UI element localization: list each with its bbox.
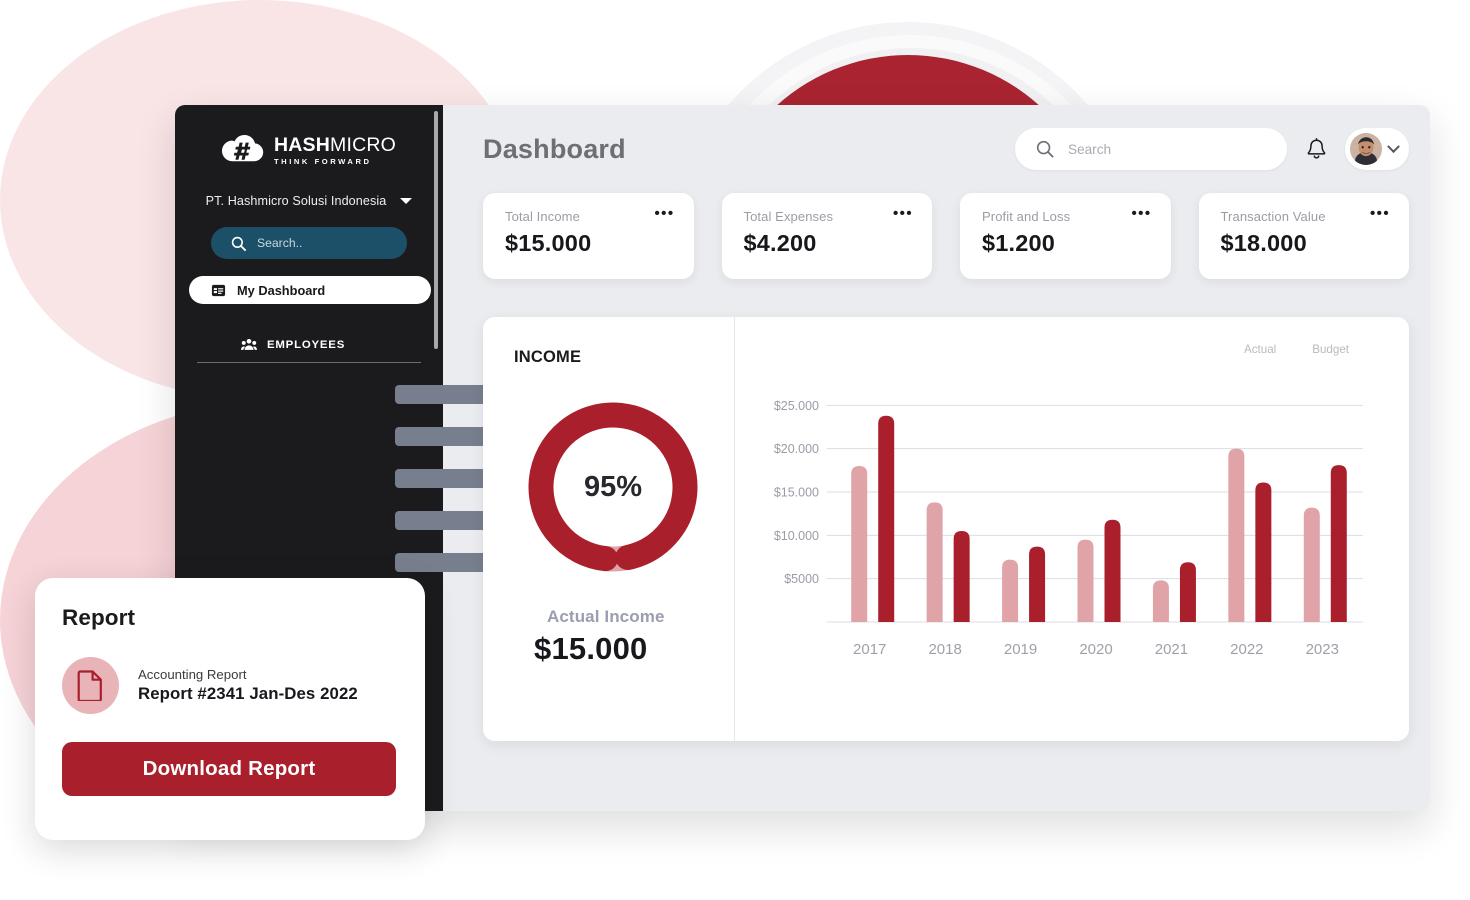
kpi-value: $15.000 [505, 230, 592, 256]
bar-actual-2021[interactable] [1152, 580, 1169, 622]
bell-icon [1307, 137, 1325, 159]
donut-percent-label: 95% [583, 470, 643, 503]
sidebar-section-employees[interactable]: EMPLOYEES [175, 338, 443, 351]
kpi-value: $4.200 [743, 230, 817, 256]
avatar [1350, 133, 1382, 165]
topbar: Dashboard Search [483, 105, 1409, 193]
brand-logo[interactable]: HASHMICRO THINK FORWARD [175, 135, 443, 167]
bar-actual-2023[interactable] [1303, 507, 1320, 622]
bar-actual-2020[interactable] [1077, 539, 1094, 622]
report-card-title: Report [62, 605, 136, 630]
income-title: INCOME [514, 348, 582, 366]
x-axis-tick-2022: 2022 [1230, 641, 1263, 658]
svg-text:$5000: $5000 [784, 572, 819, 586]
bar-actual-2022[interactable] [1228, 448, 1245, 622]
brand-logo-text: HASHMICRO THINK FORWARD [273, 133, 397, 167]
kpi-more-icon[interactable]: ••• [1132, 206, 1152, 220]
kpi-more-icon[interactable]: ••• [893, 206, 913, 220]
chart-legend: Actual Budget [759, 343, 1377, 356]
profile-menu[interactable] [1345, 128, 1409, 170]
kpi-card-transaction-value[interactable]: Transaction Value ••• $18.000 [1198, 193, 1409, 279]
kpi-card-total-expenses[interactable]: Total Expenses ••• $4.200 [721, 193, 932, 279]
sidebar-scrollbar[interactable] [434, 111, 438, 349]
report-card: Report Accounting Report Report #2341 Ja… [35, 578, 425, 840]
kpi-label: Total Income [505, 209, 580, 224]
actual-income-value: $15.000 [534, 631, 648, 666]
svg-text:$25.000: $25.000 [774, 399, 819, 413]
logo-main-light: MICRO [330, 133, 397, 156]
sidebar-search-input[interactable]: Search.. [211, 227, 407, 259]
actual-income-label: Actual Income [547, 607, 665, 626]
logo-main-bold: HASH [273, 133, 331, 156]
kpi-more-icon[interactable]: ••• [1370, 206, 1390, 220]
hashmicro-cloud-icon [221, 135, 265, 167]
bar-budget-2023[interactable] [1330, 465, 1347, 622]
kpi-value: $18.000 [1220, 230, 1307, 256]
search-placeholder: Search [1068, 141, 1112, 157]
report-subtitle: Accounting Report [138, 667, 247, 682]
svg-text:$20.000: $20.000 [774, 442, 819, 456]
bar-budget-2017[interactable] [878, 415, 895, 622]
notifications-button[interactable] [1301, 134, 1331, 164]
x-axis-tick-2023: 2023 [1306, 641, 1339, 658]
bar-chart-svg: $5000 $10.000 $15.000 $20.000 $25.000 2017 201… [774, 399, 1363, 658]
chevron-down-icon [400, 198, 413, 204]
x-axis-tick-2018: 2018 [928, 641, 961, 658]
sidebar-section-label: EMPLOYEES [267, 338, 346, 351]
report-text-block: Accounting Report Report #2341 Jan-Des 2… [138, 667, 358, 704]
search-icon [231, 236, 246, 251]
svg-text:$10.000: $10.000 [774, 529, 819, 543]
svg-text:$15.000: $15.000 [774, 486, 819, 500]
search-icon [1036, 140, 1054, 158]
main-content: Dashboard Search Total Income ••• $15.00… [443, 105, 1430, 811]
sidebar-search-placeholder: Search.. [257, 236, 303, 250]
kpi-more-icon[interactable]: ••• [655, 206, 675, 220]
bar-budget-2022[interactable] [1255, 482, 1272, 622]
kpi-card-total-income[interactable]: Total Income ••• $15.000 [483, 193, 694, 279]
income-chart-card: INCOME 95% Actual Income $15.000 Actual … [483, 317, 1409, 741]
company-selector[interactable]: PT. Hashmicro Solusi Indonesia [175, 194, 443, 208]
document-icon [62, 657, 119, 714]
income-donut-chart: 95% [520, 394, 706, 580]
kpi-card-profit-and-loss[interactable]: Profit and Loss ••• $1.200 [960, 193, 1171, 279]
kpi-card-row: Total Income ••• $15.000 Total Expenses … [483, 193, 1409, 279]
bar-budget-2021[interactable] [1179, 562, 1196, 622]
page-title: Dashboard [483, 133, 626, 164]
bar-budget-2019[interactable] [1029, 546, 1046, 622]
bar-actual-2017[interactable] [851, 466, 868, 622]
download-report-button[interactable]: Download Report [62, 742, 396, 796]
income-summary-panel: INCOME 95% Actual Income $15.000 [483, 317, 735, 741]
sidebar-skeleton-list [175, 363, 529, 572]
bar-actual-2019[interactable] [1002, 559, 1019, 622]
screenshot-root: HASHMICRO THINK FORWARD PT. Hashmicro So… [0, 0, 1470, 900]
legend-item-actual[interactable]: Actual [1244, 343, 1276, 356]
report-item[interactable]: Accounting Report Report #2341 Jan-Des 2… [62, 657, 395, 714]
kpi-value: $1.200 [982, 230, 1056, 256]
bar-chart-panel: Actual Budget $5000 $10.000 $15.000 $20.000… [735, 317, 1409, 741]
kpi-label: Profit and Loss [982, 209, 1071, 224]
employees-icon [241, 338, 257, 350]
bar-budget-2020[interactable] [1104, 519, 1121, 622]
sidebar-item-label: My Dashboard [237, 282, 326, 298]
x-axis-tick-2020: 2020 [1079, 641, 1112, 658]
bar-budget-2018[interactable] [953, 531, 970, 622]
bar-actual-2018[interactable] [926, 502, 943, 622]
x-axis-tick-2021: 2021 [1155, 641, 1188, 658]
x-axis-tick-2017: 2017 [853, 641, 886, 658]
logo-tagline: THINK FORWARD [273, 157, 372, 167]
legend-item-budget[interactable]: Budget [1312, 343, 1349, 356]
topbar-actions: Search [1015, 128, 1409, 170]
sidebar-item-my-dashboard[interactable]: My Dashboard [189, 276, 431, 304]
kpi-label: Total Expenses [743, 209, 834, 224]
company-name: PT. Hashmicro Solusi Indonesia [205, 194, 387, 208]
dashboard-icon [211, 284, 226, 296]
chevron-down-icon [1387, 139, 1400, 153]
kpi-label: Transaction Value [1220, 209, 1326, 224]
report-name: Report #2341 Jan-Des 2022 [138, 684, 358, 703]
search-input[interactable]: Search [1015, 128, 1287, 170]
x-axis-tick-2019: 2019 [1004, 641, 1037, 658]
